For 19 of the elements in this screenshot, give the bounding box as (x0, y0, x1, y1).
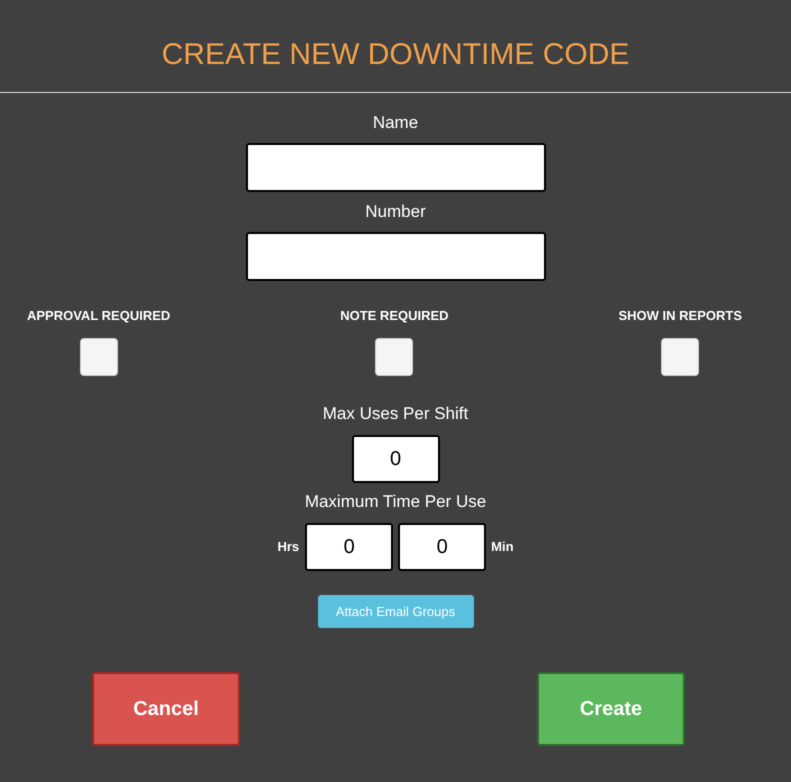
checkbox[interactable] (661, 338, 700, 376)
checkbox-label: SHOW IN REPORTS (618, 308, 742, 324)
checkbox[interactable] (375, 338, 414, 376)
hours-label: Hrs (277, 538, 300, 556)
minutes-field[interactable]: 0 (398, 523, 486, 571)
dialog-title: CREATE NEW DOWNTIME CODE (162, 40, 630, 70)
number-field[interactable]: 0 (352, 435, 440, 483)
field-label: Maximum Time Per Use (304, 492, 486, 512)
field-label: Name (372, 113, 418, 133)
checkbox[interactable] (80, 338, 118, 376)
field-label: Max Uses Per Shift (322, 404, 468, 424)
checkbox-label: NOTE REQUIRED (340, 308, 449, 324)
minutes-label: Min (491, 538, 514, 556)
field-label: Number (365, 202, 426, 222)
checkbox-label: APPROVAL REQUIRED (27, 308, 170, 324)
text-field[interactable] (246, 232, 546, 281)
cancel-button[interactable]: Cancel (92, 672, 240, 746)
text-field[interactable] (246, 143, 546, 192)
hours-field[interactable]: 0 (305, 523, 394, 571)
